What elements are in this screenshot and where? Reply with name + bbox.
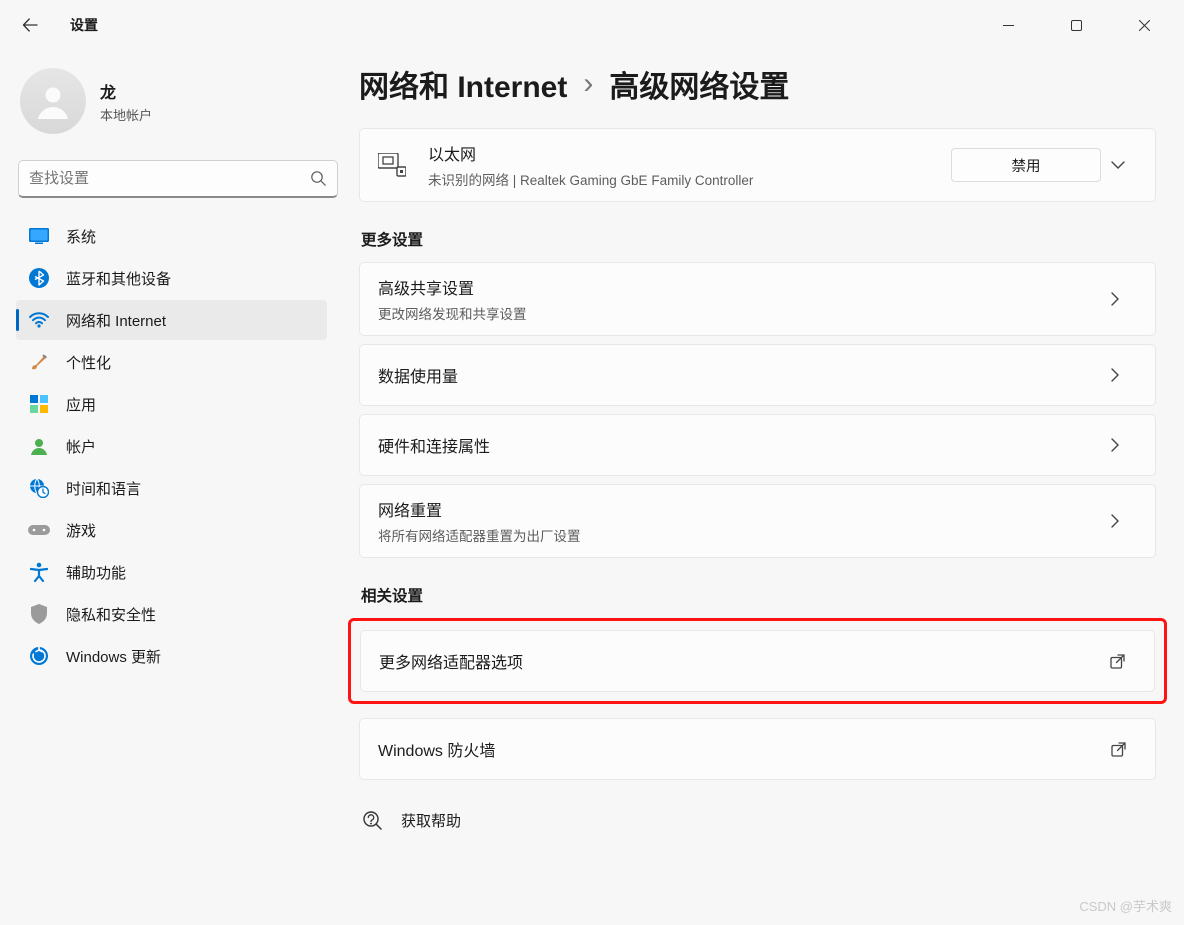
watermark: CSDN @芋术爽 — [1079, 896, 1172, 915]
sidebar-item-update[interactable]: Windows 更新 — [16, 636, 327, 676]
row-net-reset[interactable]: 网络重置 将所有网络适配器重置为出厂设置 — [359, 484, 1156, 558]
help-icon — [363, 811, 383, 831]
sidebar-item-label: 时间和语言 — [66, 478, 141, 499]
app-title: 设置 — [70, 15, 98, 35]
chevron-down-icon — [1111, 161, 1125, 170]
row-adv-sharing[interactable]: 高级共享设置 更改网络发现和共享设置 — [359, 262, 1156, 336]
brush-icon — [28, 351, 50, 373]
adapter-card[interactable]: 以太网 未识别的网络 | Realtek Gaming GbE Family C… — [359, 128, 1156, 202]
update-icon — [28, 645, 50, 667]
sidebar-item-accessibility[interactable]: 辅助功能 — [16, 552, 327, 592]
minimize-button[interactable] — [988, 10, 1028, 40]
maximize-icon — [1071, 20, 1082, 31]
person-icon — [33, 81, 73, 121]
row-title: 网络重置 — [378, 497, 581, 521]
external-link-icon — [1110, 654, 1136, 669]
chevron-right-icon — [1111, 514, 1137, 528]
maximize-button[interactable] — [1056, 10, 1096, 40]
back-button[interactable] — [12, 7, 48, 43]
disable-button-label: 禁用 — [1012, 155, 1041, 176]
breadcrumb: 网络和 Internet › 高级网络设置 — [359, 62, 1156, 106]
search-icon — [310, 170, 327, 187]
content-area: 网络和 Internet › 高级网络设置 以太网 未识别的网络 | Realt… — [345, 50, 1184, 925]
sidebar-item-label: 蓝牙和其他设备 — [66, 268, 171, 289]
chevron-right-icon — [1111, 438, 1137, 452]
search-box[interactable] — [18, 160, 338, 198]
globe-clock-icon — [28, 477, 50, 499]
sidebar-item-label: Windows 更新 — [66, 646, 161, 667]
sidebar-item-label: 网络和 Internet — [66, 310, 166, 331]
sidebar-item-bluetooth[interactable]: 蓝牙和其他设备 — [16, 258, 327, 298]
display-icon — [28, 225, 50, 247]
chevron-right-icon — [1111, 368, 1137, 382]
profile-name: 龙 — [100, 79, 152, 103]
arrow-left-icon — [22, 17, 38, 33]
adapter-subtitle: 未识别的网络 | Realtek Gaming GbE Family Contr… — [428, 169, 753, 189]
row-firewall[interactable]: Windows 防火墙 — [359, 718, 1156, 780]
sidebar-item-label: 隐私和安全性 — [66, 604, 156, 625]
sidebar-item-accounts[interactable]: 帐户 — [16, 426, 327, 466]
titlebar: 设置 — [0, 0, 1184, 50]
row-title: 更多网络适配器选项 — [379, 649, 523, 673]
sidebar-item-label: 应用 — [66, 394, 96, 415]
sidebar-item-label: 辅助功能 — [66, 562, 126, 583]
section-related-title: 相关设置 — [361, 584, 1156, 606]
sidebar-item-label: 帐户 — [66, 436, 96, 457]
avatar — [20, 68, 86, 134]
sidebar-item-label: 个性化 — [66, 352, 111, 373]
sidebar-item-timelang[interactable]: 时间和语言 — [16, 468, 327, 508]
adapter-title: 以太网 — [428, 141, 753, 165]
shield-icon — [28, 603, 50, 625]
accessibility-icon — [28, 561, 50, 583]
sidebar-item-apps[interactable]: 应用 — [16, 384, 327, 424]
gamepad-icon — [28, 519, 50, 541]
chevron-right-icon — [1111, 292, 1137, 306]
external-link-icon — [1111, 742, 1137, 757]
row-hw-conn[interactable]: 硬件和连接属性 — [359, 414, 1156, 476]
page-title: 高级网络设置 — [609, 62, 789, 106]
row-title: 硬件和连接属性 — [378, 433, 490, 457]
sidebar-item-label: 系统 — [66, 226, 96, 247]
row-more-adapters[interactable]: 更多网络适配器选项 — [360, 630, 1155, 692]
get-help-link[interactable]: 获取帮助 — [359, 810, 1156, 831]
sidebar-item-gaming[interactable]: 游戏 — [16, 510, 327, 550]
sidebar: 龙 本地帐户 系统 蓝牙和其他设备 网络和 Internet 个 — [0, 50, 345, 925]
search-input[interactable] — [29, 170, 310, 187]
row-data-usage[interactable]: 数据使用量 — [359, 344, 1156, 406]
row-title: 高级共享设置 — [378, 275, 527, 299]
highlight-annotation: 更多网络适配器选项 — [348, 618, 1167, 704]
close-button[interactable] — [1124, 10, 1164, 40]
sidebar-item-system[interactable]: 系统 — [16, 216, 327, 256]
sidebar-item-label: 游戏 — [66, 520, 96, 541]
sidebar-item-personalize[interactable]: 个性化 — [16, 342, 327, 382]
close-icon — [1139, 20, 1150, 31]
account-icon — [28, 435, 50, 457]
breadcrumb-parent[interactable]: 网络和 Internet — [359, 62, 567, 106]
apps-icon — [28, 393, 50, 415]
section-more-settings-title: 更多设置 — [361, 228, 1156, 250]
row-title: Windows 防火墙 — [378, 737, 495, 761]
breadcrumb-sep: › — [583, 67, 593, 101]
window-controls — [988, 10, 1172, 40]
minimize-icon — [1003, 20, 1014, 31]
sidebar-item-network[interactable]: 网络和 Internet — [16, 300, 327, 340]
expand-adapter[interactable] — [1111, 161, 1137, 170]
profile-block[interactable]: 龙 本地帐户 — [10, 64, 333, 152]
row-subtitle: 将所有网络适配器重置为出厂设置 — [378, 525, 581, 545]
bluetooth-icon — [28, 267, 50, 289]
nav-list: 系统 蓝牙和其他设备 网络和 Internet 个性化 应用 帐户 — [10, 214, 333, 678]
profile-subtitle: 本地帐户 — [100, 105, 152, 124]
help-label: 获取帮助 — [401, 810, 461, 831]
wifi-icon — [28, 309, 50, 331]
disable-button[interactable]: 禁用 — [951, 148, 1101, 182]
ethernet-icon — [378, 153, 412, 177]
row-subtitle: 更改网络发现和共享设置 — [378, 303, 527, 323]
row-title: 数据使用量 — [378, 363, 458, 387]
sidebar-item-privacy[interactable]: 隐私和安全性 — [16, 594, 327, 634]
